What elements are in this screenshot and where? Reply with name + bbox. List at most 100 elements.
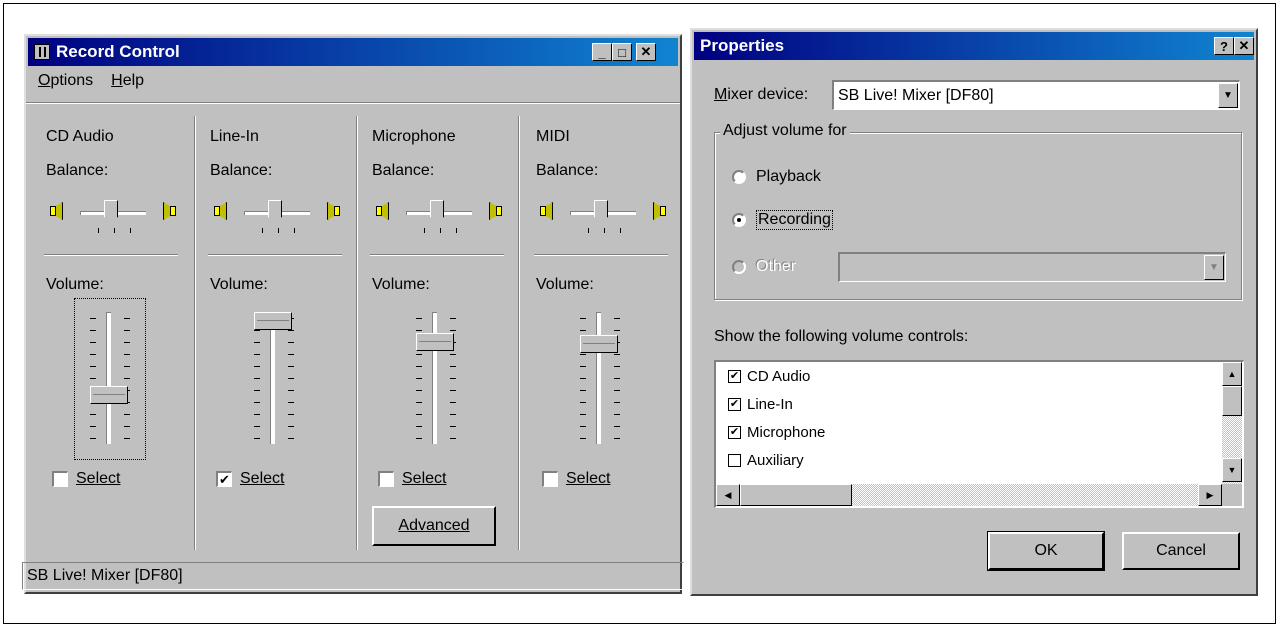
list-checkbox[interactable]: ✔ — [728, 370, 741, 383]
balance-tick — [456, 228, 457, 233]
volume-tick — [254, 366, 260, 367]
menu-help[interactable]: Help — [111, 70, 144, 96]
volume-tick — [580, 390, 586, 391]
volume-track[interactable] — [270, 312, 275, 444]
volume-tick — [614, 366, 620, 367]
cancel-button[interactable]: Cancel — [1122, 532, 1240, 570]
checkbox-box[interactable] — [542, 471, 558, 487]
balance-tick — [130, 228, 131, 233]
column-divider — [356, 116, 358, 550]
volume-slider[interactable] — [402, 306, 468, 448]
scroll-right-button[interactable]: ▶ — [1198, 484, 1222, 506]
scroll-down-button[interactable]: ▼ — [1222, 458, 1242, 482]
volume-tick — [288, 390, 294, 391]
radio-label: Recording — [756, 210, 833, 230]
volume-tick — [254, 330, 260, 331]
balance-slider[interactable] — [376, 196, 506, 233]
select-checkbox[interactable]: Select — [378, 470, 446, 488]
checkbox-box[interactable] — [52, 471, 68, 487]
balance-tick — [262, 228, 263, 233]
balance-thumb[interactable] — [268, 200, 282, 224]
list-item-label: CD Audio — [747, 368, 811, 385]
scroll-thumb[interactable] — [1222, 386, 1242, 416]
list-checkbox[interactable] — [728, 454, 741, 467]
select-checkbox[interactable]: Select — [52, 470, 120, 488]
list-checkbox[interactable]: ✔ — [728, 398, 741, 411]
volume-slider[interactable] — [240, 306, 306, 448]
volume-thumb[interactable] — [416, 333, 454, 351]
radio-button[interactable] — [732, 213, 746, 227]
list-item[interactable]: ✔ CD Audio — [728, 368, 810, 385]
balance-slider[interactable] — [50, 196, 180, 233]
properties-titlebar[interactable]: Properties ? ✕ — [694, 32, 1254, 60]
volume-track[interactable] — [432, 312, 437, 444]
mixer-device-select[interactable]: SB Live! Mixer [DF80] ▼ — [832, 80, 1240, 110]
speaker-left-icon — [540, 202, 554, 222]
speaker-left-icon — [214, 202, 228, 222]
volume-tick — [288, 342, 294, 343]
advanced-button[interactable]: Advanced — [372, 506, 496, 546]
help-button[interactable]: ? — [1214, 37, 1234, 55]
volume-thumb[interactable] — [254, 312, 292, 330]
balance-thumb[interactable] — [594, 200, 608, 224]
minimize-button[interactable]: _ — [592, 43, 612, 61]
status-text: SB Live! Mixer [DF80] — [27, 567, 183, 584]
volume-controls-list[interactable]: ✔ CD Audio ✔ Line-In ✔ Microphone Auxiliar… — [714, 360, 1244, 508]
volume-tick — [254, 426, 260, 427]
volume-tick — [254, 390, 260, 391]
ok-button[interactable]: OK — [987, 531, 1105, 571]
list-checkbox[interactable]: ✔ — [728, 426, 741, 439]
volume-tick — [288, 414, 294, 415]
column-title: CD Audio — [46, 128, 114, 145]
volume-thumb[interactable] — [580, 335, 618, 353]
balance-slider[interactable] — [214, 196, 344, 233]
balance-thumb[interactable] — [430, 200, 444, 224]
dialog-close-button[interactable]: ✕ — [1234, 37, 1254, 55]
menu-options[interactable]: Options — [38, 70, 93, 96]
record-control-titlebar[interactable]: Record Control _ □ ✕ — [28, 38, 678, 66]
volume-track[interactable] — [596, 312, 601, 444]
chevron-down-icon[interactable]: ▼ — [1218, 83, 1238, 108]
list-item-label: Microphone — [747, 424, 826, 441]
balance-divider — [208, 254, 342, 256]
volume-tick — [254, 414, 260, 415]
volume-tick — [450, 318, 456, 319]
select-checkbox[interactable]: Select — [542, 470, 610, 488]
radio-other[interactable]: Other — [732, 258, 796, 276]
list-item[interactable]: ✔ Microphone — [728, 424, 825, 441]
radio-button — [732, 260, 746, 274]
volume-tick — [580, 330, 586, 331]
radio-playback[interactable]: Playback — [732, 168, 821, 186]
volume-tick — [416, 426, 422, 427]
column-title: Line-In — [210, 128, 259, 145]
volume-label: Volume: — [210, 276, 268, 293]
balance-divider — [44, 254, 178, 256]
select-label: Select — [240, 470, 285, 487]
scroll-left-button[interactable]: ◀ — [716, 484, 740, 506]
volume-tick — [416, 438, 422, 439]
list-item[interactable]: Auxiliary — [728, 452, 804, 469]
mixer-device-value: SB Live! Mixer [DF80] — [838, 86, 994, 104]
close-button[interactable]: ✕ — [636, 43, 656, 61]
balance-slider[interactable] — [540, 196, 670, 233]
checkbox-box[interactable]: ✔ — [216, 471, 232, 487]
menu-divider — [26, 102, 680, 104]
select-checkbox[interactable]: ✔ Select — [216, 470, 284, 488]
speaker-right-icon — [488, 202, 502, 222]
volume-tick — [580, 438, 586, 439]
radio-recording[interactable]: Recording — [732, 210, 833, 230]
volume-slider[interactable] — [566, 306, 632, 448]
maximize-button[interactable]: □ — [612, 43, 632, 61]
balance-tick — [278, 228, 279, 233]
list-item[interactable]: ✔ Line-In — [728, 396, 793, 413]
column-title: Microphone — [372, 128, 456, 145]
select-label: Select — [402, 470, 447, 487]
properties-dialog: Properties ? ✕ — [690, 28, 1258, 596]
properties-title: Properties — [700, 36, 785, 55]
horizontal-scroll-thumb[interactable] — [740, 484, 852, 506]
balance-tick — [98, 228, 99, 233]
checkbox-box[interactable] — [378, 471, 394, 487]
scroll-up-button[interactable]: ▲ — [1222, 362, 1242, 386]
radio-button[interactable] — [732, 170, 746, 184]
balance-thumb[interactable] — [104, 200, 118, 224]
